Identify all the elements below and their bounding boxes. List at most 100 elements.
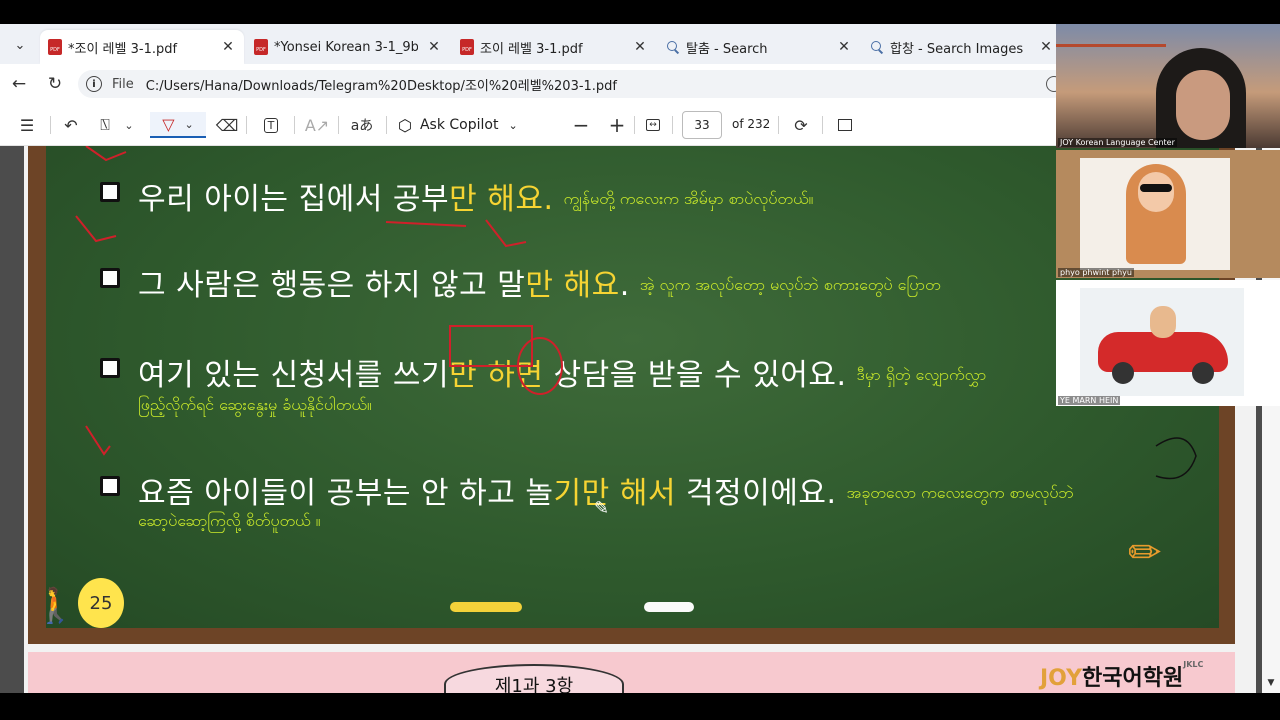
minus-icon: − <box>572 113 590 137</box>
address-bar[interactable]: i File C:/Users/Hana/Downloads/Telegram%… <box>78 70 1068 98</box>
undo-icon: ↶ <box>64 115 78 135</box>
illustration-sunglasses <box>1140 184 1172 192</box>
address-url[interactable]: C:/Users/Hana/Downloads/Telegram%20Deskt… <box>146 75 617 94</box>
ask-copilot-button[interactable]: ⬡ Ask Copilot ⌄ <box>398 113 518 137</box>
toolbar-divider <box>386 116 387 134</box>
page-view-icon <box>838 119 852 131</box>
pen-stroke <box>85 425 111 456</box>
pen-stroke <box>485 219 527 248</box>
chevron-down-icon: ⌄ <box>184 117 194 131</box>
page-view-button[interactable] <box>832 112 858 138</box>
chalkboard-frame: 우리 아이는 집에서 공부만 해요. ကျွန်မတို့ ကလေးက အိမ်… <box>28 146 1235 642</box>
logo-text: 한국어학원 <box>1082 666 1184 691</box>
back-button[interactable]: ← <box>6 72 32 96</box>
illustration-wheel <box>1112 362 1134 384</box>
pen-annotations <box>75 146 1197 480</box>
draw-button[interactable]: ▽ ⌄ <box>150 112 206 138</box>
academy-logo: JOY한국어학원JKLC <box>1040 660 1203 692</box>
chevron-down-icon: ⌄ <box>124 118 134 132</box>
tab-joy-level-pdf[interactable]: *조이 레벨 3-1.pdf ✕ <box>40 30 244 64</box>
toolbar-divider <box>778 116 779 134</box>
chalk-yellow <box>450 602 522 612</box>
scroll-down-button[interactable]: ▼ <box>1262 676 1280 690</box>
tab-label: *Yonsei Korean 3-1_9bcee6 <box>274 39 418 55</box>
copilot-icon: ⬡ <box>398 115 412 135</box>
fit-width-icon: ↔ <box>646 119 660 131</box>
ask-copilot-label: Ask Copilot <box>419 117 499 133</box>
golden-gate-background <box>1056 44 1166 104</box>
table-of-contents-button[interactable]: ☰ <box>14 112 40 138</box>
logo-joy: JOY <box>1040 666 1083 691</box>
toolbar-divider <box>50 116 51 134</box>
pen-box <box>449 325 533 367</box>
erase-button[interactable]: ⌫ <box>214 112 240 138</box>
tab-search-images-hapchang[interactable]: 합창 - Search Images ✕ <box>862 30 1062 64</box>
tab-search-talchum[interactable]: 탈춤 - Search ✕ <box>658 30 860 64</box>
eraser-icon: ⌫ <box>215 115 239 135</box>
plus-icon: + <box>608 113 626 137</box>
undo-button[interactable]: ↶ <box>58 112 84 138</box>
pen-stroke <box>85 146 127 162</box>
refresh-icon: ↻ <box>47 74 63 94</box>
toolbar-divider <box>338 116 339 134</box>
zoom-out-button[interactable]: − <box>568 112 594 138</box>
read-aloud-button[interactable]: aあ <box>348 112 376 138</box>
participant-name: YE MARN HEIN <box>1058 396 1121 405</box>
arrow-left-icon: ← <box>11 74 27 94</box>
close-icon[interactable]: ✕ <box>1038 39 1054 55</box>
rotate-icon: ⟳ <box>794 115 808 135</box>
chalk-white <box>644 602 694 612</box>
illustration-face <box>1138 172 1174 212</box>
address-scheme-label: File <box>112 76 134 92</box>
toolbar-divider <box>672 116 673 134</box>
close-icon[interactable]: ✕ <box>632 39 648 55</box>
highlighter-icon: ⍂ <box>100 115 110 134</box>
info-icon[interactable]: i <box>86 76 102 92</box>
tab-label: 조이 레벨 3-1.pdf <box>480 41 583 57</box>
pen-stroke <box>385 221 467 227</box>
pen-stroke <box>1155 437 1197 480</box>
tab-label: 탈춤 - Search <box>686 41 768 57</box>
zoom-in-button[interactable]: + <box>604 112 630 138</box>
pen-stroke <box>75 215 117 243</box>
tab-label: *조이 레벨 3-1.pdf <box>68 41 178 57</box>
page-total-label: of 232 <box>732 117 771 131</box>
highlight-button[interactable]: ⍂ <box>92 112 118 138</box>
refresh-button[interactable]: ↻ <box>42 72 68 96</box>
pdf-icon <box>460 39 474 55</box>
chalkboard: 우리 아이는 집에서 공부만 해요. ကျွန်မတို့ ကလေးက အိမ်… <box>46 146 1219 628</box>
illustration-wheel <box>1192 362 1214 384</box>
logo-small: JKLC <box>1183 660 1204 669</box>
participant-name: JOY Korean Language Center <box>1058 138 1177 147</box>
tab-yonsei-pdf[interactable]: *Yonsei Korean 3-1_9bcee6 ✕ <box>246 30 450 64</box>
search-icon <box>870 40 884 54</box>
chevron-down-icon: ⌄ <box>508 118 518 132</box>
close-icon[interactable]: ✕ <box>836 39 852 55</box>
tab-joy-level-pdf-2[interactable]: 조이 레벨 3-1.pdf ✕ <box>452 30 656 64</box>
tab-actions-menu-button[interactable]: ⌄ <box>6 32 34 58</box>
pdf-icon <box>254 39 268 55</box>
page-number-input[interactable]: 33 <box>682 111 722 139</box>
text-size-button[interactable]: A↗ <box>304 112 330 138</box>
video-tile-host[interactable]: JOY Korean Language Center <box>1056 24 1280 148</box>
rotate-button[interactable]: ⟳ <box>788 112 814 138</box>
search-icon <box>666 40 680 54</box>
illustration-driver <box>1150 306 1176 338</box>
text-size-icon: A↗ <box>304 115 330 135</box>
triangle-down-icon: ▼ <box>1267 678 1275 688</box>
bottom-letterbox <box>0 693 1280 720</box>
close-icon[interactable]: ✕ <box>426 39 442 55</box>
highlight-options-button[interactable]: ⌄ <box>120 112 138 138</box>
video-tile-participant-3[interactable]: YE MARN HEIN <box>1056 280 1280 406</box>
add-text-button[interactable]: T <box>258 112 284 138</box>
video-tile-participant-2[interactable]: phyo phwint phyu <box>1056 150 1280 278</box>
close-icon[interactable]: ✕ <box>220 39 236 55</box>
tab-label: 합창 - Search Images <box>890 41 1024 57</box>
toolbar-divider <box>294 116 295 134</box>
pen-icon: ▽ <box>162 114 175 134</box>
slide-number: 25 <box>89 592 113 614</box>
lightbulb-icon: 25 <box>78 578 124 628</box>
avatar-illustration <box>1080 288 1244 396</box>
fit-to-width-button[interactable]: ↔ <box>640 112 666 138</box>
toolbar-divider <box>246 116 247 134</box>
